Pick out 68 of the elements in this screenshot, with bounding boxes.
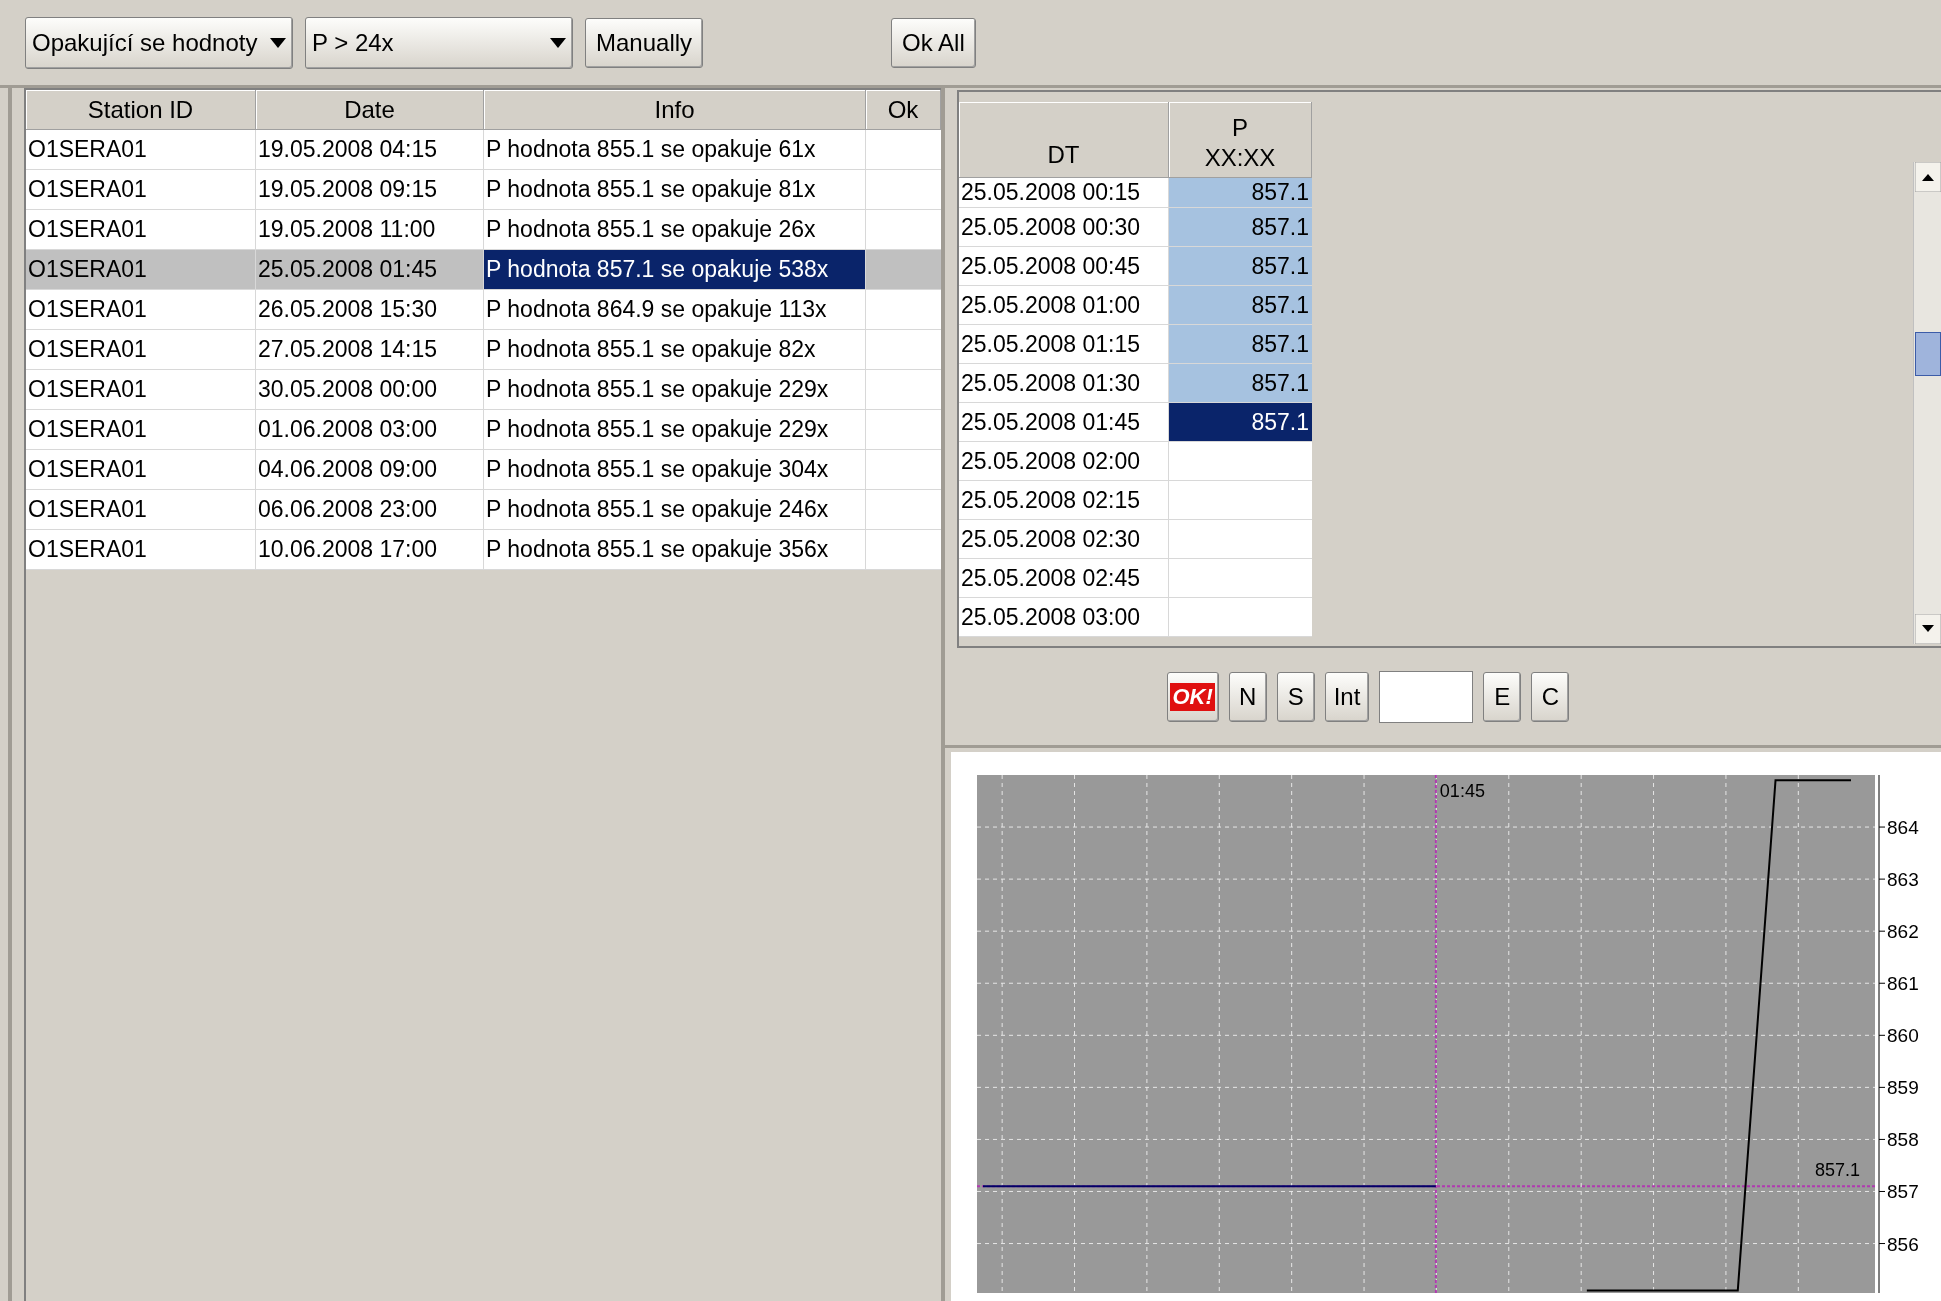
toolbar-button[interactable]: C [1531,671,1570,722]
table-row[interactable]: O1SERA01 26.05.2008 15:30 P hodnota 864.9 se opakuje 113x [26,290,941,330]
toolbar-button[interactable]: S [1276,671,1315,722]
scrollbar-thumb[interactable] [1914,332,1941,376]
axis-tick-label: 861 [1887,973,1919,995]
axis-tick-label: 858 [1887,1129,1919,1151]
caret-icon [270,37,286,48]
table-row[interactable]: O1SERA01 19.05.2008 09:15 P hodnota 855.1 se opakuje 81x [26,170,941,210]
table-row[interactable]: O1SERA01 19.05.2008 11:00 P hodnota 855.1 se opakuje 26x [26,210,941,250]
value-cell: 857.1 [1169,403,1312,442]
table-cell: P hodnota 857.1 se opakuje 538x [484,250,866,290]
column-header[interactable]: P XX:XX [1169,102,1312,178]
table-row[interactable]: 25.05.2008 02:15 [959,481,1312,520]
table-row[interactable]: 25.05.2008 00:45 857.1 [959,247,1312,286]
axis-tick-label: 859 [1887,1077,1919,1099]
column-header[interactable]: Info [484,90,866,130]
table-row[interactable]: 25.05.2008 01:45 857.1 [959,403,1312,442]
value-cell: 857.1 [1169,178,1312,208]
ok-all-button[interactable]: Ok All [891,17,976,68]
value-cell: 857.1 [1169,208,1312,247]
value-cell: 857.1 [1169,247,1312,286]
column-header[interactable]: Station ID [26,90,256,130]
toolbar-button[interactable]: E [1483,671,1522,722]
table-row[interactable]: 25.05.2008 03:00 [959,598,1312,637]
cursor-label: 857.1 [1815,1160,1861,1181]
value-cell: 857.1 [1169,364,1312,403]
table-row[interactable]: O1SERA01 01.06.2008 03:00 P hodnota 855.1 se opakuje 229x [26,410,941,450]
arrow-down-icon[interactable] [1914,614,1941,644]
dropdown[interactable]: Opakující se hodnoty [25,16,293,69]
table-row[interactable]: 25.05.2008 00:15 857.1 [959,178,1312,208]
table-row[interactable]: 25.05.2008 02:30 [959,520,1312,559]
table-row[interactable]: O1SERA01 25.05.2008 01:45 P hodnota 857.1 se opakuje 538x [26,250,941,290]
table-row[interactable]: 25.05.2008 01:30 857.1 [959,364,1312,403]
column-header[interactable]: Ok [866,90,941,130]
table-row[interactable]: O1SERA01 10.06.2008 17:00 P hodnota 855.1 se opakuje 356x [26,530,941,570]
toolbar-button[interactable]: Int [1324,671,1370,722]
dropdown[interactable]: P > 24x [305,16,573,69]
table-row[interactable]: O1SERA01 06.06.2008 23:00 P hodnota 855.1 se opakuje 246x [26,490,941,530]
value-field[interactable] [1379,670,1474,723]
table-row[interactable]: 25.05.2008 01:00 857.1 [959,286,1312,325]
toolbar-button[interactable]: N [1228,671,1267,722]
column-header[interactable]: Date [256,90,484,130]
axis-tick-label: 862 [1887,921,1919,943]
scrollbar[interactable] [1913,162,1941,644]
manually-button[interactable]: Manually [585,17,704,68]
axis-tick-label: 856 [1887,1233,1919,1255]
axis-tick-label: 860 [1887,1025,1919,1047]
table-row[interactable]: O1SERA01 30.05.2008 00:00 P hodnota 855.1 se opakuje 229x [26,370,941,410]
table-row[interactable]: 25.05.2008 01:15 857.1 [959,325,1312,364]
value-cell: 857.1 [1169,325,1312,364]
cursor-label: 01:45 [1439,781,1485,801]
table-row[interactable]: O1SERA01 27.05.2008 14:15 P hodnota 855.1 se opakuje 82x [26,330,941,370]
column-header[interactable]: DT [959,102,1169,178]
axis-tick-label: 863 [1887,869,1919,891]
table-cell: 10.06.2008 17:00 [256,530,484,570]
table-row[interactable]: 25.05.2008 02:00 [959,442,1312,481]
value-cell: 857.1 [1169,286,1312,325]
ok-alert-button[interactable]: OK! [1166,671,1219,722]
axis-tick-label: 864 [1887,817,1919,839]
table-row[interactable]: O1SERA01 19.05.2008 04:15 P hodnota 855.1 se opakuje 61x [26,130,941,170]
table-cell: O1SERA01 [26,530,256,570]
arrow-up-icon[interactable] [1914,162,1941,192]
table-row[interactable]: 25.05.2008 00:30 857.1 [959,208,1312,247]
caret-icon [550,37,566,48]
axis-tick-label: 857 [1887,1181,1919,1203]
table-row[interactable]: O1SERA01 04.06.2008 09:00 P hodnota 855.1 se opakuje 304x [26,450,941,490]
table-cell: P hodnota 855.1 se opakuje 356x [484,530,866,570]
table-row[interactable]: 25.05.2008 02:45 [959,559,1312,598]
